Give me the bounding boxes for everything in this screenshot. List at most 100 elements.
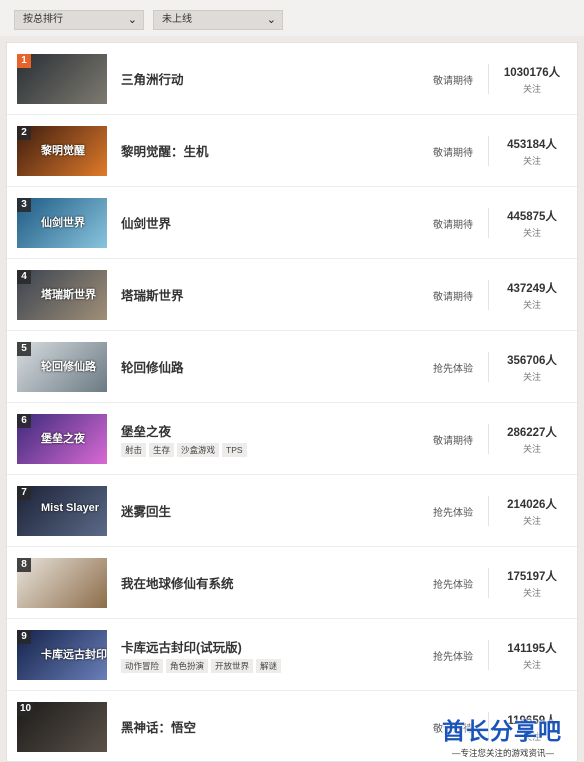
follower-count: 437249人 bbox=[507, 283, 557, 295]
game-name[interactable]: 黎明觉醒：生机 bbox=[121, 141, 209, 160]
follow-button[interactable]: 关注 bbox=[493, 154, 571, 167]
follow-button[interactable]: 关注 bbox=[493, 226, 571, 239]
game-row[interactable]: 9 卡库远古封印 卡库远古封印(试玩版) 动作冒险 角色扮演 开放世界 解谜 抢先体验 1411… bbox=[7, 619, 577, 691]
game-row[interactable]: 1 三角洲行动 敬请期待 1030176人 关注 bbox=[7, 43, 577, 115]
release-status: 敬请期待 bbox=[433, 220, 473, 231]
game-tag[interactable]: 射击 bbox=[121, 443, 147, 457]
status-dropdown[interactable]: 未上线 ⌄ bbox=[153, 10, 283, 30]
game-row[interactable]: 4 塔瑞斯世界 塔瑞斯世界 敬请期待 437249人 关注 bbox=[7, 259, 577, 331]
thumbnail-title-art: 卡库远古封印 bbox=[41, 649, 107, 661]
game-row[interactable]: 6 堡垒之夜 堡垒之夜 射击 生存 沙盒游戏 TPS 敬请期待 286227人 关注 bbox=[7, 403, 577, 475]
game-name[interactable]: 三角洲行动 bbox=[121, 69, 184, 88]
game-name[interactable]: 轮回修仙路 bbox=[121, 357, 184, 376]
game-thumbnail[interactable]: 7 Mist Slayer bbox=[17, 486, 107, 536]
follower-count: 214026人 bbox=[507, 499, 557, 511]
rank-badge: 9 bbox=[17, 630, 31, 644]
game-tag[interactable]: 解谜 bbox=[256, 659, 282, 673]
thumbnail-title-art: 塔瑞斯世界 bbox=[41, 289, 96, 301]
release-status: 抢先体验 bbox=[433, 652, 473, 663]
game-name[interactable]: 塔瑞斯世界 bbox=[121, 285, 184, 304]
status-dropdown-label: 未上线 bbox=[162, 14, 192, 25]
column-divider bbox=[488, 136, 489, 166]
release-status: 敬请期待 bbox=[433, 76, 473, 87]
chevron-down-icon: ⌄ bbox=[127, 14, 137, 26]
sort-dropdown[interactable]: 按总排行 ⌄ bbox=[14, 10, 144, 30]
follow-button[interactable]: 关注 bbox=[493, 586, 571, 599]
thumbnail-title-art: 堡垒之夜 bbox=[41, 433, 85, 445]
follower-count: 175197人 bbox=[507, 571, 557, 583]
game-thumbnail[interactable]: 1 bbox=[17, 54, 107, 104]
game-ranking-list: 1 三角洲行动 敬请期待 1030176人 关注 2 黎明觉醒 黎明觉醒：生机 敬请期待 4531… bbox=[6, 42, 578, 762]
thumbnail-title-art: 黎明觉醒 bbox=[41, 145, 85, 157]
game-thumbnail[interactable]: 8 bbox=[17, 558, 107, 608]
game-row[interactable]: 7 Mist Slayer 迷雾回生 抢先体验 214026人关注 bbox=[7, 475, 577, 547]
follower-count: 453184人 bbox=[507, 139, 557, 151]
rank-badge: 3 bbox=[17, 198, 31, 212]
column-divider bbox=[488, 64, 489, 94]
game-name[interactable]: 仙剑世界 bbox=[121, 213, 171, 232]
game-thumbnail[interactable]: 4 塔瑞斯世界 bbox=[17, 270, 107, 320]
follow-button[interactable]: 关注 bbox=[493, 514, 571, 527]
thumbnail-title-art: 仙剑世界 bbox=[41, 217, 85, 229]
game-tags: 动作冒险 角色扮演 开放世界 解谜 bbox=[121, 659, 282, 673]
column-divider bbox=[488, 568, 489, 598]
rank-badge: 4 bbox=[17, 270, 31, 284]
game-thumbnail[interactable]: 9 卡库远古封印 bbox=[17, 630, 107, 680]
column-divider bbox=[488, 640, 489, 670]
follower-count: 286227人 bbox=[507, 427, 557, 439]
game-tag[interactable]: 沙盒游戏 bbox=[177, 443, 220, 457]
game-name[interactable]: 卡库远古封印(试玩版) bbox=[121, 637, 242, 656]
game-name[interactable]: 黑神话：悟空 bbox=[121, 717, 196, 736]
release-status: 敬请期待 bbox=[433, 148, 473, 159]
follower-count: 356706人 bbox=[507, 355, 557, 367]
chevron-down-icon: ⌄ bbox=[266, 14, 276, 26]
rank-badge: 1 bbox=[17, 54, 31, 68]
game-tag[interactable]: 角色扮演 bbox=[166, 659, 209, 673]
rank-badge: 2 bbox=[17, 126, 31, 140]
thumbnail-title-art: 轮回修仙路 bbox=[41, 361, 96, 373]
game-tag[interactable]: 开放世界 bbox=[211, 659, 254, 673]
follow-button[interactable]: 关注 bbox=[493, 298, 571, 311]
game-thumbnail[interactable]: 2 黎明觉醒 bbox=[17, 126, 107, 176]
game-tags: 射击 生存 沙盒游戏 TPS bbox=[121, 443, 247, 457]
filter-bar: 按总排行 ⌄ 未上线 ⌄ bbox=[0, 0, 584, 36]
watermark-slogan: —专注您关注的游戏资讯— bbox=[452, 747, 555, 759]
rank-badge: 6 bbox=[17, 414, 31, 428]
game-thumbnail[interactable]: 6 堡垒之夜 bbox=[17, 414, 107, 464]
rank-badge: 8 bbox=[17, 558, 31, 572]
column-divider bbox=[488, 352, 489, 382]
game-row[interactable]: 5 轮回修仙路 轮回修仙路 抢先体验 356706人关注 bbox=[7, 331, 577, 403]
game-tag[interactable]: 生存 bbox=[149, 443, 175, 457]
follower-count: 445875人 bbox=[507, 211, 557, 223]
follow-button[interactable]: 关注 bbox=[493, 370, 571, 383]
release-status: 抢先体验 bbox=[433, 508, 473, 519]
release-status: 敬请期待 bbox=[433, 436, 473, 447]
game-row[interactable]: 3 仙剑世界 仙剑世界 敬请期待 445875人关注 bbox=[7, 187, 577, 259]
game-thumbnail[interactable]: 10 bbox=[17, 702, 107, 752]
follow-button[interactable]: 关注 bbox=[493, 82, 571, 95]
rank-badge: 10 bbox=[17, 702, 35, 716]
release-status: 抢先体验 bbox=[433, 580, 473, 591]
game-thumbnail[interactable]: 5 轮回修仙路 bbox=[17, 342, 107, 392]
rank-badge: 5 bbox=[17, 342, 31, 356]
release-status: 抢先体验 bbox=[433, 364, 473, 375]
game-tag[interactable]: TPS bbox=[222, 443, 247, 457]
follower-count: 1030176人 bbox=[503, 67, 561, 79]
game-name[interactable]: 我在地球修仙有系统 bbox=[121, 573, 234, 592]
game-name[interactable]: 迷雾回生 bbox=[121, 501, 171, 520]
follow-button[interactable]: 关注 bbox=[493, 658, 571, 671]
sort-dropdown-label: 按总排行 bbox=[23, 14, 63, 25]
game-row[interactable]: 2 黎明觉醒 黎明觉醒：生机 敬请期待 453184人关注 bbox=[7, 115, 577, 187]
game-row[interactable]: 8 我在地球修仙有系统 抢先体验 175197人关注 bbox=[7, 547, 577, 619]
column-divider bbox=[488, 280, 489, 310]
game-name[interactable]: 堡垒之夜 bbox=[121, 421, 171, 440]
game-thumbnail[interactable]: 3 仙剑世界 bbox=[17, 198, 107, 248]
rank-badge: 7 bbox=[17, 486, 31, 500]
thumbnail-title-art: Mist Slayer bbox=[41, 502, 100, 514]
game-tag[interactable]: 动作冒险 bbox=[121, 659, 164, 673]
column-divider bbox=[488, 208, 489, 238]
follow-button[interactable]: 关注 bbox=[493, 442, 571, 455]
follower-count: 141195人 bbox=[507, 643, 557, 655]
watermark-brand: 酋长分享吧 bbox=[442, 718, 562, 744]
column-divider bbox=[488, 496, 489, 526]
